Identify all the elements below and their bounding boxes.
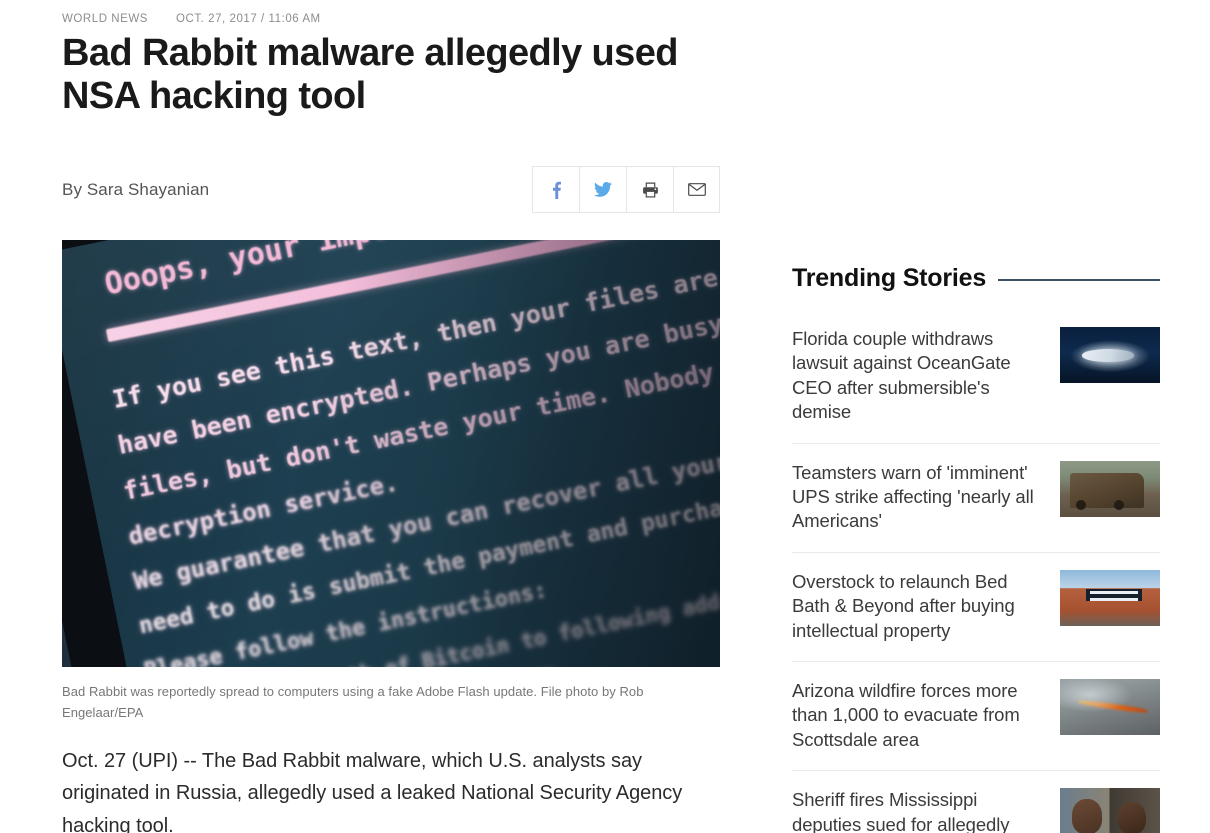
byline-row: By Sara Shayanian [62,164,720,216]
printer-icon [642,182,658,198]
trending-story-item[interactable]: Overstock to relaunch Bed Bath & Beyond … [792,553,1160,663]
article-hero-image: Ooops, your important files are encrypte… [62,239,720,667]
hero-photo-background: Ooops, your important files are encrypte… [62,239,720,667]
trending-story-item[interactable]: Arizona wildfire forces more than 1,000 … [792,662,1160,772]
page-title: Bad Rabbit malware allegedly used NSA ha… [62,32,678,117]
share-print-button[interactable] [626,166,673,214]
share-button-group [532,166,720,214]
trending-story-list: Florida couple withdraws lawsuit against… [792,310,1160,833]
wildfire-thumbnail[interactable] [1060,679,1160,736]
twitter-icon [594,182,612,198]
trending-header: Trending Stories [792,258,1160,298]
article-body-paragraph: Oct. 27 (UPI) -- The Bad Rabbit malware,… [62,749,683,833]
article-column: WORLD NEWS OCT. 27, 2017 / 11:06 AM Bad … [62,0,722,833]
bed-bath-beyond-storefront-thumbnail[interactable] [1060,569,1160,626]
article-page: WORLD NEWS OCT. 27, 2017 / 11:06 AM Bad … [0,0,1210,833]
trending-story-title[interactable]: Sheriff fires Mississippi deputies sued … [792,788,1046,833]
ups-truck-thumbnail[interactable] [1060,460,1160,517]
trending-story-title[interactable]: Teamsters warn of 'imminent' UPS strike … [792,461,1046,534]
article-kicker: WORLD NEWS OCT. 27, 2017 / 11:06 AM [62,0,722,26]
trending-sidebar: Trending Stories Florida couple withdraw… [792,258,1160,833]
facebook-icon [552,181,561,199]
trending-story-title[interactable]: Arizona wildfire forces more than 1,000 … [792,679,1046,752]
trending-header-rule [998,278,1160,281]
image-caption: Bad Rabbit was reportedly spread to comp… [62,683,644,720]
monitor-bezel: Ooops, your important files are encrypte… [62,239,720,667]
monitor-screen: Ooops, your important files are encrypte… [62,239,720,667]
trending-story-item[interactable]: Teamsters warn of 'imminent' UPS strike … [792,444,1160,553]
ransomware-text: Ooops, your important files are encrypte… [62,239,720,667]
share-twitter-button[interactable] [579,166,626,214]
kicker-timestamp: OCT. 27, 2017 / 11:06 AM [176,13,321,25]
share-facebook-button[interactable] [532,166,579,214]
trending-story-title[interactable]: Overstock to relaunch Bed Bath & Beyond … [792,570,1046,643]
share-email-button[interactable] [673,166,720,214]
kicker-section-label[interactable]: WORLD NEWS [62,13,148,25]
trending-title: Trending Stories [792,263,987,292]
two-men-portrait-thumbnail[interactable] [1060,788,1160,833]
author-byline: By Sara Shayanian [62,179,210,199]
trending-story-title[interactable]: Florida couple withdraws lawsuit against… [792,327,1046,425]
envelope-icon [687,183,706,197]
trending-story-item[interactable]: Sheriff fires Mississippi deputies sued … [792,771,1160,833]
submersible-thumbnail[interactable] [1060,327,1160,383]
trending-story-item[interactable]: Florida couple withdraws lawsuit against… [792,310,1160,444]
